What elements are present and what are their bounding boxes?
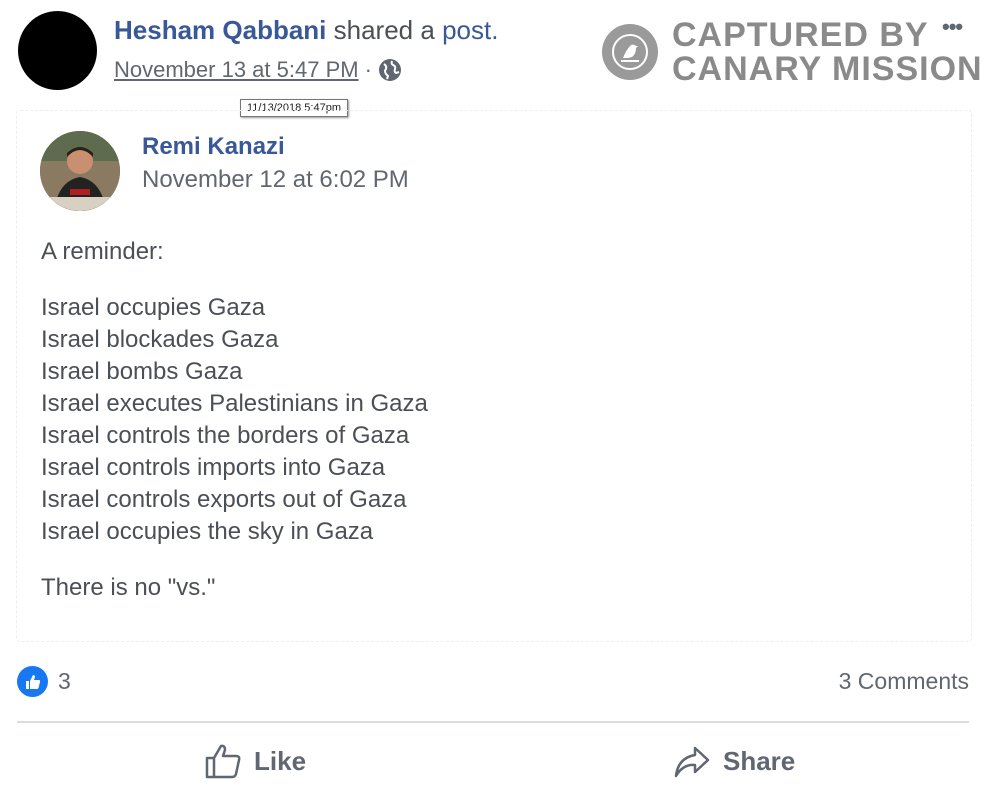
like-reaction-icon [17,666,48,697]
poster-avatar[interactable] [18,11,97,90]
post-line-7: Israel controls exports out of Gaza [41,486,407,513]
post-header: Hesham Qabbani shared a post. [114,15,498,46]
poster-name[interactable]: Hesham Qabbani [114,15,326,45]
post-intro: A reminder: [41,238,164,265]
share-label: Share [723,745,796,776]
shared-author-avatar[interactable] [40,131,120,211]
canary-mission-watermark: CAPTURED BY CANARY MISSION [602,18,983,86]
reactions-summary[interactable]: 3 [17,666,71,697]
post-line-3: Israel bombs Gaza [41,358,243,385]
post-line-5: Israel controls the borders of Gaza [41,422,410,449]
post-timestamp[interactable]: November 13 at 5:47 PM [114,57,359,83]
shared-post-timestamp[interactable]: November 12 at 6:02 PM [142,166,409,194]
globe-icon[interactable] [378,58,402,82]
actions-divider [17,721,969,723]
share-icon [674,746,710,778]
bird-icon [602,24,658,80]
shared-author-name[interactable]: Remi Kanazi [142,133,285,161]
post-line-8: Israel occupies the sky in Gaza [41,518,374,545]
post-meta: November 13 at 5:47 PM · [114,57,402,83]
post-closing: There is no "vs." [41,574,216,601]
like-label: Like [254,745,307,776]
shared-text: shared a [333,15,435,45]
comments-count-link[interactable]: 3 Comments [839,668,969,695]
like-button[interactable]: Like [204,742,306,780]
shared-post-link[interactable]: post. [442,15,498,45]
post-line-1: Israel occupies Gaza [41,294,266,321]
watermark-line-2: CANARY MISSION [672,50,983,88]
reaction-count: 3 [58,668,71,694]
meta-separator: · [364,57,372,82]
share-button[interactable]: Share [673,742,795,780]
post-line-2: Israel blockades Gaza [41,326,279,353]
thumbs-up-icon [205,744,241,779]
post-line-6: Israel controls imports into Gaza [41,454,386,481]
more-options-button[interactable]: ••• [942,14,963,40]
watermark-line-1: CAPTURED BY [672,16,929,54]
post-line-4: Israel executes Palestinians in Gaza [41,390,428,417]
